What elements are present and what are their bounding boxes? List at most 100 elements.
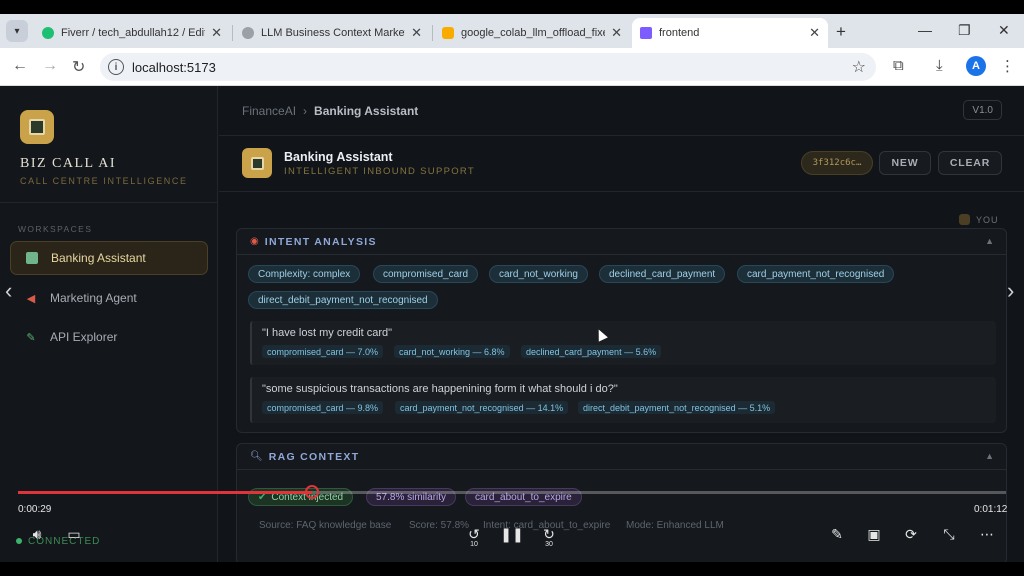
browser-toolbar: ← → ↻ i localhost:5173 ☆ ⧉ ⤓ A ⋮ xyxy=(0,48,1024,86)
menu-kebab-icon[interactable]: ⋮ xyxy=(1000,57,1015,75)
utterance-text: "some suspicious transactions are happen… xyxy=(262,383,618,395)
utterance-card: "I have lost my credit card" compromised… xyxy=(250,321,996,365)
assistant-logo xyxy=(242,148,272,178)
close-tab-icon[interactable]: ✕ xyxy=(211,25,222,41)
openai-favicon-icon xyxy=(242,27,254,39)
current-time: 0:00:29 xyxy=(18,504,52,515)
bookmark-star-icon[interactable]: ☆ xyxy=(852,57,866,77)
volume-icon[interactable]: 🔊︎ xyxy=(28,526,46,543)
forward-icon[interactable]: → xyxy=(42,57,58,75)
new-button[interactable]: NEW xyxy=(879,151,931,175)
intent-score: compromised_card — 9.8% xyxy=(262,401,384,414)
browser-tab[interactable]: google_colab_llm_offload_fixed ✕ xyxy=(434,18,630,48)
magnifier-icon: 🔍︎ xyxy=(250,451,263,462)
intent-chip: card_payment_not_recognised xyxy=(737,265,895,283)
intent-chip: Complexity: complex xyxy=(248,265,361,283)
sidebar-item-api-explorer[interactable]: ✎ API Explorer xyxy=(10,320,208,354)
profile-avatar[interactable]: A xyxy=(966,56,986,76)
breadcrumb: FinanceAI › Banking Assistant xyxy=(242,104,419,118)
browser-tab[interactable]: LLM Business Context Marketin ✕ xyxy=(234,18,430,48)
total-time: 0:01:12 xyxy=(974,504,1008,515)
download-icon[interactable]: ⤓ xyxy=(936,57,943,74)
breadcrumb-root[interactable]: FinanceAI xyxy=(242,104,296,118)
browser-tab-strip: ▾ Fiverr / tech_abdullah12 / Edit G ✕ LL… xyxy=(0,14,1024,48)
intent-score: declined_card_payment — 5.6% xyxy=(521,345,662,358)
rag-source: Source: FAQ knowledge base xyxy=(259,520,392,531)
assistant-subtitle: INTELLIGENT INBOUND SUPPORT xyxy=(284,166,476,177)
previous-slide-icon[interactable]: ‹ xyxy=(5,278,12,304)
close-tab-icon[interactable]: ✕ xyxy=(809,25,820,41)
fast-forward-icon[interactable]: ↻ 30 xyxy=(540,526,558,548)
pencil-icon: ✎ xyxy=(26,331,36,344)
annotate-pen-icon[interactable]: ✎ xyxy=(828,526,846,543)
version-badge: V1.0 xyxy=(963,100,1002,120)
you-label: YOU xyxy=(959,214,999,225)
address-bar[interactable]: i localhost:5173 ☆ xyxy=(100,53,876,81)
new-tab-icon[interactable]: + xyxy=(836,22,846,42)
rag-context-panel: 🔍︎ RAG CONTEXT ▲ ✔ Context injected 57.8%… xyxy=(236,443,1007,562)
url-text: localhost:5173 xyxy=(132,60,216,75)
tab-search-icon[interactable]: ▾ xyxy=(6,20,28,42)
fiverr-favicon-icon xyxy=(42,27,54,39)
minimize-icon[interactable]: — xyxy=(918,22,932,38)
clear-button[interactable]: CLEAR xyxy=(938,151,1002,175)
intent-score: card_payment_not_recognised — 14.1% xyxy=(395,401,569,414)
back-icon[interactable]: ← xyxy=(12,57,28,75)
close-tab-icon[interactable]: ✕ xyxy=(411,25,422,41)
intent-chip: declined_card_payment xyxy=(599,265,726,283)
intent-chip: direct_debit_payment_not_recognised xyxy=(248,291,438,309)
screen: ▾ Fiverr / tech_abdullah12 / Edit G ✕ LL… xyxy=(0,14,1024,562)
video-progress-fill xyxy=(18,491,313,494)
pause-icon[interactable]: ❚❚ xyxy=(500,526,523,543)
collapse-caret-icon[interactable]: ▲ xyxy=(985,236,994,246)
next-slide-icon[interactable]: › xyxy=(1007,278,1014,304)
rag-score: Score: 57.8% xyxy=(409,520,470,531)
browser-tab-active[interactable]: frontend ✕ xyxy=(632,18,828,48)
utterance-text: "I have lost my credit card" xyxy=(262,327,393,339)
session-id-badge[interactable]: 3f312c6c… xyxy=(801,151,873,175)
sidebar-item-banking-assistant[interactable]: Banking Assistant xyxy=(10,241,208,275)
building-icon xyxy=(250,156,264,170)
picture-in-picture-icon[interactable]: ▣ xyxy=(865,526,883,543)
target-icon: ◉ xyxy=(250,236,259,247)
rag-context-header[interactable]: 🔍︎ RAG CONTEXT ▲ xyxy=(237,444,1006,470)
breadcrumb-current: Banking Assistant xyxy=(314,104,419,118)
reload-icon[interactable]: ↻ xyxy=(72,57,85,77)
app-logo xyxy=(20,110,54,144)
colab-favicon-icon xyxy=(442,27,454,39)
megaphone-icon: ◀ xyxy=(26,292,36,305)
workspaces-label: WORKSPACES xyxy=(18,224,93,234)
intent-score: direct_debit_payment_not_recognised — 5.… xyxy=(578,401,776,414)
intent-score: compromised_card — 7.0% xyxy=(262,345,384,358)
user-icon xyxy=(959,214,970,225)
breadcrumb-bar: FinanceAI › Banking Assistant V1.0 xyxy=(219,86,1024,136)
sidebar-item-marketing-agent[interactable]: ◀ Marketing Agent xyxy=(10,281,208,315)
assistant-title: Banking Assistant xyxy=(284,150,393,164)
rewind-icon[interactable]: ↺ 10 xyxy=(465,526,483,548)
brand-subtitle: CALL CENTRE INTELLIGENCE xyxy=(20,176,188,186)
close-window-icon[interactable]: ✕ xyxy=(998,22,1010,39)
bank-icon xyxy=(25,251,39,265)
utterance-card: "some suspicious transactions are happen… xyxy=(250,377,996,423)
rag-mode: Mode: Enhanced LLM xyxy=(626,520,724,531)
intent-chip: card_not_working xyxy=(489,265,588,283)
intent-score: card_not_working — 6.8% xyxy=(394,345,510,358)
intent-chip: compromised_card xyxy=(373,265,479,283)
restore-icon[interactable]: ❐ xyxy=(958,22,971,39)
intent-analysis-header[interactable]: ◉ INTENT ANALYSIS ▲ xyxy=(237,229,1006,255)
site-info-icon[interactable]: i xyxy=(108,59,124,75)
status-dot-icon xyxy=(16,538,22,544)
more-options-icon[interactable]: ⋯ xyxy=(978,526,996,543)
vite-favicon-icon xyxy=(640,27,652,39)
browser-tab[interactable]: Fiverr / tech_abdullah12 / Edit G ✕ xyxy=(34,18,230,48)
collapse-caret-icon[interactable]: ▲ xyxy=(985,451,994,461)
intent-analysis-panel: ◉ INTENT ANALYSIS ▲ Complexity: complex … xyxy=(236,228,1007,433)
close-tab-icon[interactable]: ✕ xyxy=(611,25,622,41)
captions-icon[interactable]: ▭ xyxy=(65,526,83,543)
building-icon xyxy=(29,119,45,135)
extensions-icon[interactable]: ⧉ xyxy=(893,57,904,74)
playback-speed-icon[interactable]: ⟳ xyxy=(902,526,920,543)
assistant-header: Banking Assistant INTELLIGENT INBOUND SU… xyxy=(219,136,1024,192)
exit-fullscreen-icon[interactable]: ⤡ xyxy=(940,526,958,543)
brand-name: BIZ CALL AI xyxy=(20,156,117,171)
